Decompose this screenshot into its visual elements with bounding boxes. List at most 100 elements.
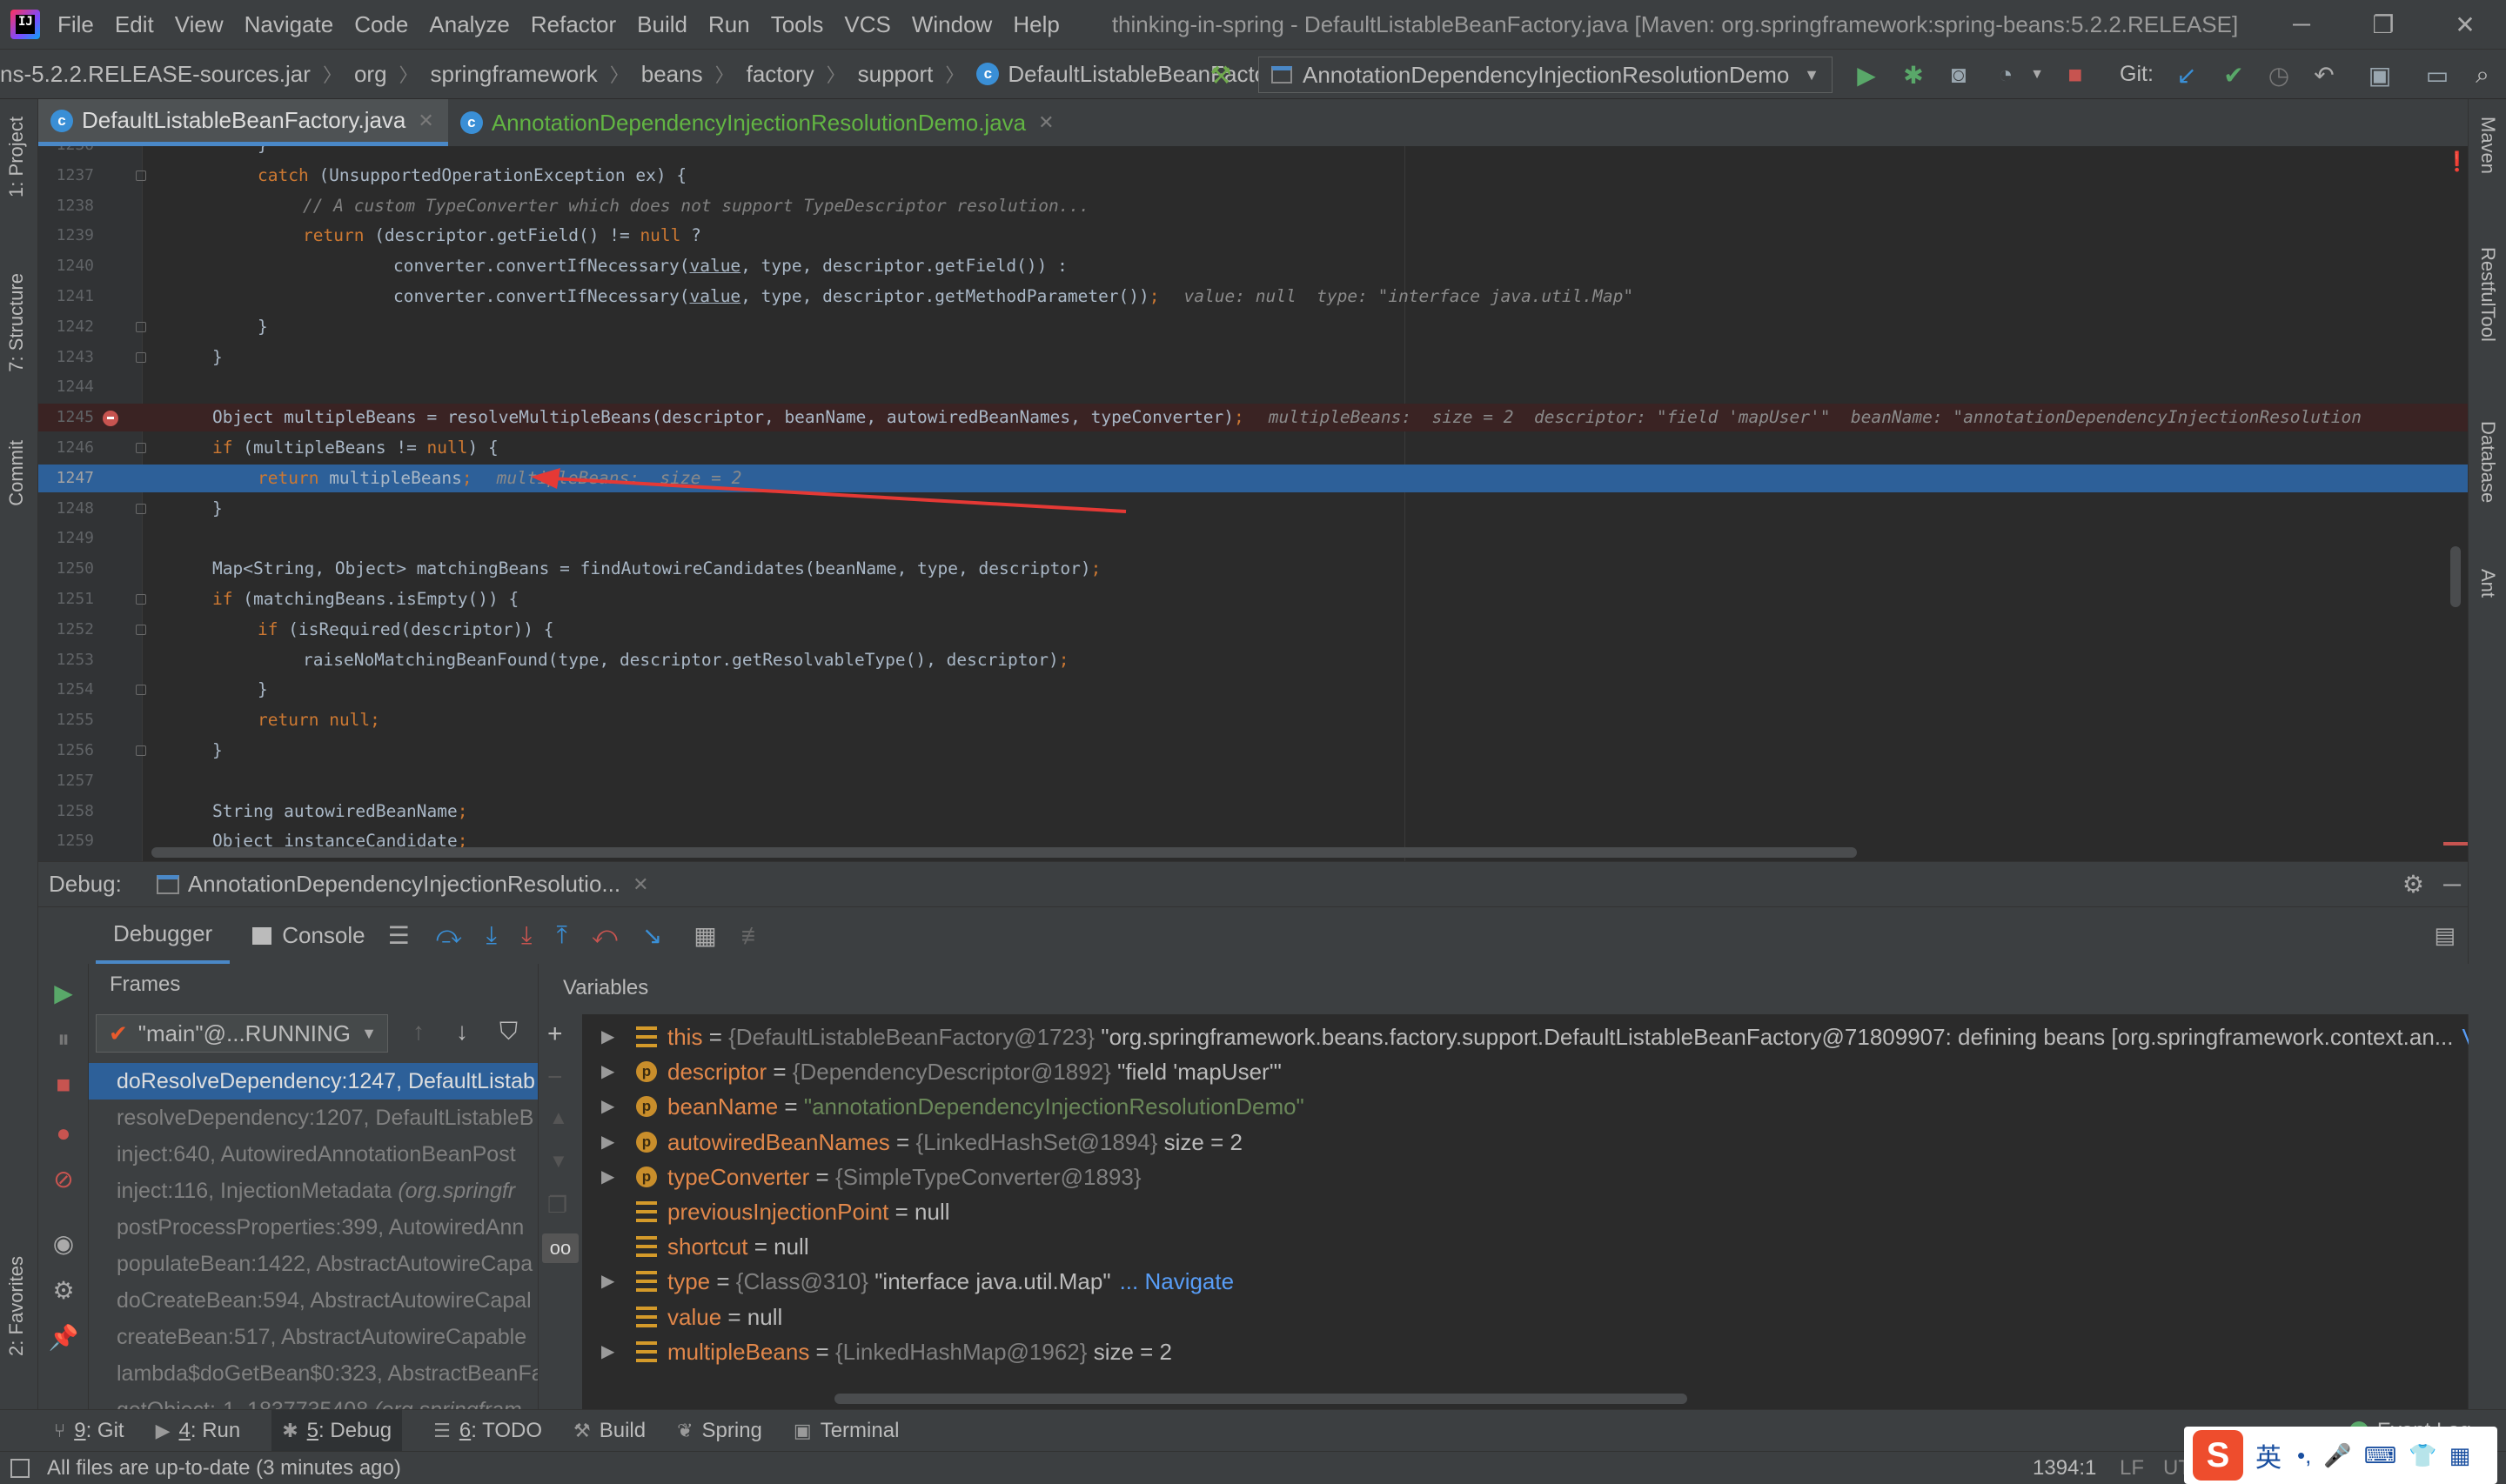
fold-marker-icon[interactable] xyxy=(136,170,146,181)
horizontal-scrollbar[interactable] xyxy=(151,847,1857,858)
filter-icon[interactable]: ⛉ xyxy=(499,1018,518,1046)
camera-icon[interactable]: ◉ xyxy=(49,1228,78,1258)
step-over-icon[interactable]: ⤼ xyxy=(436,921,462,950)
menu-build[interactable]: Build xyxy=(637,11,687,38)
grid-icon[interactable]: ▦ xyxy=(2449,1442,2471,1469)
tool-window-run[interactable]: ▶ 4: Run xyxy=(156,1419,241,1443)
fold-marker-icon[interactable] xyxy=(136,503,146,514)
stack-frame[interactable]: doCreateBean:594, AbstractAutowireCapal xyxy=(89,1282,538,1319)
variable-row[interactable]: ▶ p autowiredBeanNames = {LinkedHashSet@18… xyxy=(582,1125,2469,1160)
evaluate-expression-icon[interactable]: ▦ xyxy=(694,921,716,950)
layout-settings-icon[interactable]: ▤ xyxy=(2434,922,2456,949)
variable-row[interactable]: ▶ multipleBeans = {LinkedHashMap@1962} si… xyxy=(582,1334,2469,1369)
tool-window-terminal[interactable]: ▣ Terminal xyxy=(794,1419,900,1443)
menu-view[interactable]: View xyxy=(175,11,224,38)
code-line[interactable]: 1239 return (descriptor.getField() != nul… xyxy=(38,222,2468,250)
error-indicator-icon[interactable]: ❗ xyxy=(2445,151,2468,174)
add-watch-icon[interactable]: + xyxy=(547,1019,563,1049)
breadcrumb-item[interactable]: springframework xyxy=(431,61,598,88)
code-line[interactable]: 1250 Map<String, Object> matchingBeans = … xyxy=(38,555,2468,583)
gear-icon[interactable]: ⚙ xyxy=(2402,870,2424,899)
code-line[interactable]: 1242} xyxy=(38,313,2468,341)
stack-frame[interactable]: inject:640, AutowiredAnnotationBeanPost xyxy=(89,1136,538,1173)
restore-icon[interactable]: ❐ xyxy=(2342,0,2424,49)
project-structure-icon[interactable]: ▣ xyxy=(2367,62,2393,89)
debug-session-tab[interactable]: AnnotationDependencyInjectionResolutio..… xyxy=(188,871,620,898)
code-line[interactable]: 1257 xyxy=(38,767,2468,795)
status-toggle-icon[interactable] xyxy=(10,1458,30,1478)
code-line[interactable]: 1248} xyxy=(38,495,2468,523)
menu-code[interactable]: Code xyxy=(354,11,408,38)
variable-row[interactable]: ▶ type = {Class@310} "interface java.util… xyxy=(582,1264,2469,1299)
tool-window-build[interactable]: ⚒ Build xyxy=(573,1419,646,1443)
menu-edit[interactable]: Edit xyxy=(115,11,154,38)
menu-help[interactable]: Help xyxy=(1013,11,1059,38)
thread-dropdown[interactable]: ✔ "main"@...RUNNING ▼ xyxy=(96,1014,388,1053)
breadcrumb-item[interactable]: factory xyxy=(747,61,814,88)
expand-arrow-icon[interactable]: ▶ xyxy=(601,1160,614,1194)
microphone-icon[interactable]: 🎤 xyxy=(2323,1442,2351,1469)
variable-link[interactable]: View xyxy=(2462,1024,2469,1050)
code-line[interactable]: 1244 xyxy=(38,373,2468,401)
menu-lines-icon[interactable]: ☰ xyxy=(388,921,410,950)
code-line[interactable]: 1241 converter.convertIfNecessary(value, … xyxy=(38,283,2468,311)
copy-icon[interactable]: ❐ xyxy=(547,1192,567,1219)
stop-icon[interactable]: ■ xyxy=(49,1070,78,1100)
punctuation-icon[interactable]: •, xyxy=(2297,1442,2311,1469)
menu-file[interactable]: File xyxy=(57,11,94,38)
code-editor[interactable]: 1236} 1237 catch (UnsupportedOperationExce… xyxy=(38,146,2468,861)
build-hammer-icon[interactable]: ⚒ xyxy=(1208,62,1234,89)
code-line[interactable]: 1253 raiseNoMatchingBeanFound(type, descr… xyxy=(38,646,2468,674)
code-line[interactable]: 1256} xyxy=(38,737,2468,765)
expand-arrow-icon[interactable]: ▶ xyxy=(601,1054,614,1089)
variable-row[interactable]: ▶ p descriptor = {DependencyDescriptor@189… xyxy=(582,1054,2469,1089)
menu-window[interactable]: Window xyxy=(912,11,992,38)
breakpoint-icon[interactable] xyxy=(103,411,118,427)
tab-restfultool[interactable]: RestfulTool xyxy=(2476,247,2499,342)
tool-window-todo[interactable]: ☰ 6: TODO xyxy=(433,1419,542,1443)
breadcrumb-item[interactable]: support xyxy=(858,61,934,88)
fold-marker-icon[interactable] xyxy=(136,351,146,363)
git-update-icon[interactable]: ↙ xyxy=(2174,62,2200,89)
variable-row[interactable]: ▶ this = {DefaultListableBeanFactory@1723… xyxy=(582,1019,2469,1054)
skin-icon[interactable]: 👕 xyxy=(2409,1442,2436,1469)
breadcrumb-item[interactable]: ns-5.2.2.RELEASE-sources.jar xyxy=(0,61,311,88)
tab-structure[interactable]: 7: Structure xyxy=(5,273,28,372)
history-icon[interactable]: ◷ xyxy=(2266,62,2292,89)
chevron-down-icon[interactable]: ▼ xyxy=(2024,62,2050,88)
error-stripe[interactable] xyxy=(2443,842,2468,846)
code-line[interactable]: 1236} xyxy=(38,146,2468,159)
ime-mode[interactable]: 英 xyxy=(2255,1436,2282,1474)
stack-frame[interactable]: inject:116, InjectionMetadata (org.sprin… xyxy=(89,1173,538,1209)
variable-link[interactable]: ... Navigate xyxy=(1120,1268,1235,1294)
step-into-icon[interactable]: ⤓ xyxy=(486,921,497,950)
fold-marker-icon[interactable] xyxy=(136,443,146,453)
expand-arrow-icon[interactable]: ▶ xyxy=(601,1125,614,1160)
keyboard-icon[interactable]: ⌨ xyxy=(2364,1442,2397,1469)
pin-icon[interactable]: 📌 xyxy=(49,1322,79,1352)
tab-debugger[interactable]: Debugger xyxy=(96,907,231,965)
tool-window-debug[interactable]: ✱ 5: Debug xyxy=(271,1409,403,1452)
tab-database[interactable]: Database xyxy=(2476,421,2499,503)
tool-window-git[interactable]: ⑂ 9: Git xyxy=(54,1419,124,1443)
force-step-into-icon[interactable]: ⤓ xyxy=(521,921,532,950)
tab-project[interactable]: 1: Project xyxy=(5,117,28,197)
arrow-down-icon[interactable]: ↓ xyxy=(456,1018,468,1046)
fold-marker-icon[interactable] xyxy=(136,685,146,696)
close-icon[interactable]: ✕ xyxy=(418,110,433,132)
fold-marker-icon[interactable] xyxy=(136,745,146,756)
git-commit-icon[interactable]: ✔ xyxy=(2221,62,2247,89)
tab-maven[interactable]: Maven xyxy=(2476,117,2499,174)
code-line[interactable]: 1245 Object multipleBeans = resolveMultip… xyxy=(38,404,2468,432)
fold-marker-icon[interactable] xyxy=(136,321,146,332)
pause-icon[interactable]: ⏸ xyxy=(49,1025,78,1054)
coverage-icon[interactable]: ◙ xyxy=(1946,61,1972,88)
fold-marker-icon[interactable] xyxy=(136,594,146,605)
variable-row[interactable]: value = null xyxy=(582,1300,2469,1334)
expand-arrow-icon[interactable]: ▶ xyxy=(601,1089,614,1124)
variable-row[interactable]: shortcut = null xyxy=(582,1229,2469,1264)
stop-icon[interactable]: ■ xyxy=(2062,61,2088,88)
code-line[interactable]: 1252 if (isRequired(descriptor)) { xyxy=(38,616,2468,644)
menu-tools[interactable]: Tools xyxy=(771,11,824,38)
variable-row[interactable]: ▶ p beanName = "annotationDependencyInject… xyxy=(582,1089,2469,1124)
